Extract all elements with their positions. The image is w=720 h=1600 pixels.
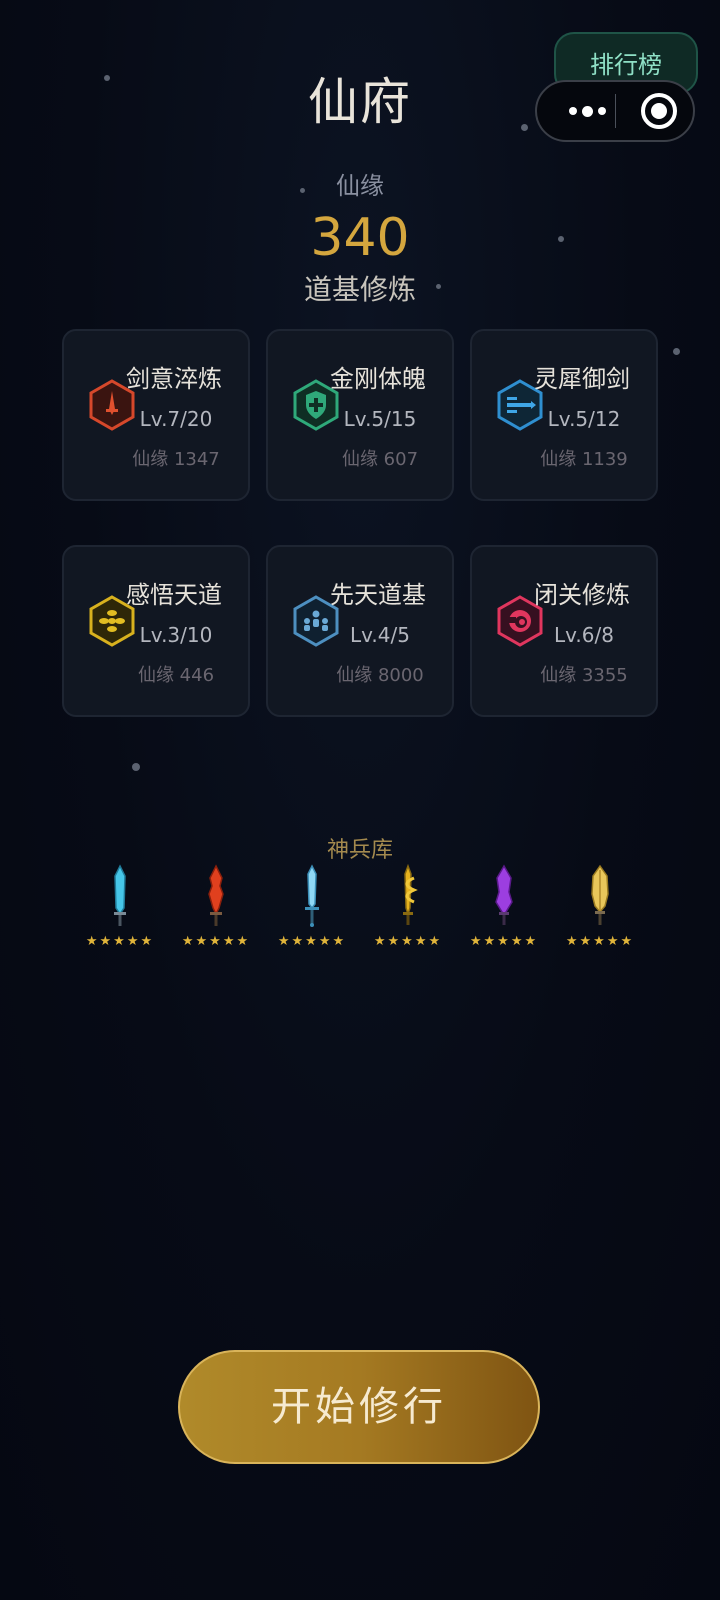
weapon-stars: ★★★★★ bbox=[181, 934, 251, 949]
golden-dragon-blade-icon bbox=[403, 864, 418, 925]
start-cultivation-button[interactable]: 开始修行 bbox=[178, 1350, 540, 1464]
weapon-stars: ★★★★★ bbox=[85, 934, 155, 949]
weapon-slot-golden-dragon-blade[interactable]: ★★★★★ bbox=[368, 864, 448, 964]
miniprogram-capsule bbox=[535, 80, 695, 142]
more-dots-icon[interactable] bbox=[557, 82, 617, 140]
section-title: 道基修炼 bbox=[303, 273, 416, 306]
upgrade-cost: 仙缘 446 bbox=[137, 665, 215, 686]
star-dot bbox=[132, 763, 140, 771]
capsule-divider bbox=[615, 94, 616, 128]
currency-value: 340 bbox=[310, 208, 410, 268]
ice-blade-icon bbox=[114, 864, 126, 926]
upgrade-name: 金刚体魄 bbox=[330, 365, 426, 393]
weapon-stars: ★★★★★ bbox=[469, 934, 539, 949]
upgrade-card-vajra-body[interactable]: 金刚体魄 Lv.5/15 仙缘 607 bbox=[266, 329, 454, 501]
weapon-slot-gold-feather-blade[interactable]: ★★★★★ bbox=[560, 864, 640, 964]
weapon-slot-frost-blade[interactable]: ★★★★★ bbox=[272, 864, 352, 964]
upgrade-level: Lv.7/20 bbox=[139, 407, 213, 431]
upgrade-name: 剑意淬炼 bbox=[126, 365, 222, 393]
upgrade-name: 感悟天道 bbox=[126, 581, 222, 609]
upgrade-cost: 仙缘 1139 bbox=[540, 449, 628, 470]
weapon-slot-ice-blade[interactable]: ★★★★★ bbox=[80, 864, 160, 964]
upgrade-card-sword-intent[interactable]: 剑意淬炼 Lv.7/20 仙缘 1347 bbox=[62, 329, 250, 501]
upgrade-cost: 仙缘 1347 bbox=[132, 449, 220, 470]
upgrade-card-innate-foundation[interactable]: 先天道基 Lv.4/5 仙缘 8000 bbox=[266, 545, 454, 717]
frost-blade-icon bbox=[305, 864, 319, 927]
upgrade-name: 先天道基 bbox=[330, 581, 426, 609]
currency-label: 仙缘 bbox=[336, 172, 384, 200]
upgrade-cost: 仙缘 3355 bbox=[540, 665, 628, 686]
armory-title: 神兵库 bbox=[326, 838, 393, 863]
weapon-slot-flame-blade[interactable]: ★★★★★ bbox=[176, 864, 256, 964]
weapon-stars: ★★★★★ bbox=[373, 934, 443, 949]
upgrade-card-seclusion[interactable]: 闭关修炼 Lv.6/8 仙缘 3355 bbox=[470, 545, 658, 717]
weapon-stars: ★★★★★ bbox=[565, 934, 635, 949]
upgrade-level: Lv.5/15 bbox=[343, 407, 417, 431]
weapon-stars: ★★★★★ bbox=[277, 934, 347, 949]
upgrade-cost: 仙缘 607 bbox=[341, 449, 419, 470]
upgrade-name: 闭关修炼 bbox=[534, 581, 630, 609]
weapon-slot-violet-blade[interactable]: ★★★★★ bbox=[464, 864, 544, 964]
gold-feather-blade-icon bbox=[591, 864, 609, 925]
game-screen: 仙府 排行榜 仙缘 340 道基修炼 剑意淬炼 Lv.7/20 仙缘 1347 … bbox=[0, 0, 720, 1600]
target-close-icon[interactable] bbox=[641, 93, 677, 129]
upgrade-level: Lv.3/10 bbox=[139, 623, 213, 647]
flame-blade-icon bbox=[208, 864, 224, 926]
upgrade-cost: 仙缘 8000 bbox=[336, 665, 424, 686]
violet-blade-icon bbox=[495, 864, 513, 925]
star-dot bbox=[673, 348, 680, 355]
upgrade-level: Lv.5/12 bbox=[547, 407, 621, 431]
upgrade-card-heavenly-dao[interactable]: 感悟天道 Lv.3/10 仙缘 446 bbox=[62, 545, 250, 717]
upgrade-card-spirit-sword[interactable]: 灵犀御剑 Lv.5/12 仙缘 1139 bbox=[470, 329, 658, 501]
upgrade-level: Lv.4/5 bbox=[350, 623, 410, 647]
upgrade-level: Lv.6/8 bbox=[554, 623, 614, 647]
upgrade-name: 灵犀御剑 bbox=[534, 365, 630, 393]
